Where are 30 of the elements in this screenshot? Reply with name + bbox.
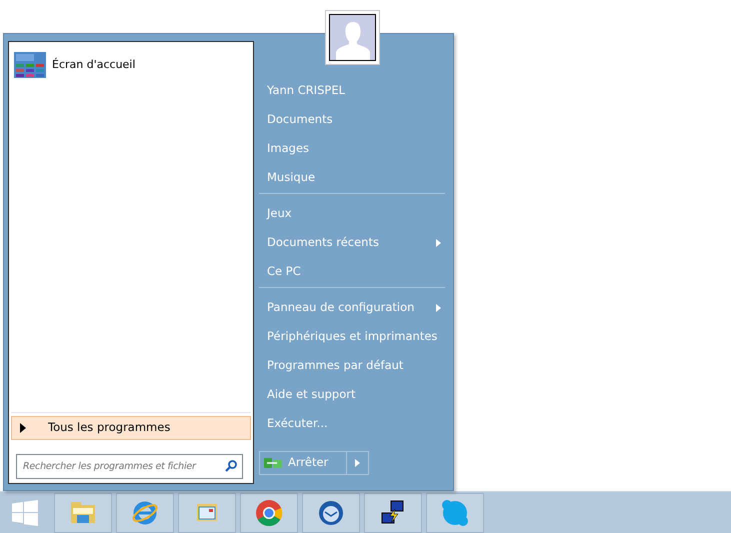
browser-icon	[131, 499, 159, 527]
menu-link[interactable]: Images	[259, 134, 445, 163]
caret-icon	[355, 459, 360, 467]
search-icon[interactable]	[225, 460, 237, 472]
submenu-arrow-icon	[436, 304, 441, 312]
menu-link[interactable]: Périphériques et imprimantes	[259, 322, 445, 351]
person-silhouette-icon	[336, 20, 370, 60]
shutdown-button[interactable]: Arrêter	[259, 451, 348, 475]
menu-link[interactable]: Ce PC	[259, 257, 445, 286]
menu-link[interactable]: Programmes par défaut	[259, 351, 445, 380]
windows-logo-icon	[12, 500, 38, 526]
menu-link[interactable]: Documents récents	[259, 228, 445, 257]
expand-arrow-icon	[20, 423, 26, 433]
shutdown-icon	[264, 457, 282, 469]
taskbar-app-button[interactable]	[364, 493, 422, 533]
submenu-arrow-icon	[436, 238, 441, 246]
menu-link[interactable]: Jeux	[259, 199, 445, 228]
menu-link[interactable]: Documents	[259, 105, 445, 134]
all-programs-button[interactable]: Tous les programmes	[11, 416, 251, 440]
pinned-program[interactable]: Écran d'accueil	[52, 56, 136, 74]
menu-link[interactable]: Exécuter...	[259, 409, 445, 438]
menu-link[interactable]: Musique	[259, 163, 445, 192]
user-name-link[interactable]: Yann CRISPEL	[259, 76, 445, 105]
menu-link[interactable]: Aide et support	[259, 380, 445, 409]
chrome-icon	[255, 499, 283, 527]
start-screen-icon	[14, 52, 46, 78]
shutdown-options-button[interactable]	[347, 451, 370, 475]
search-field[interactable]: Rechercher les programmes et fichier	[16, 454, 243, 479]
user-avatar[interactable]	[325, 10, 380, 65]
menu-link[interactable]: Panneau de configuration	[259, 293, 445, 322]
